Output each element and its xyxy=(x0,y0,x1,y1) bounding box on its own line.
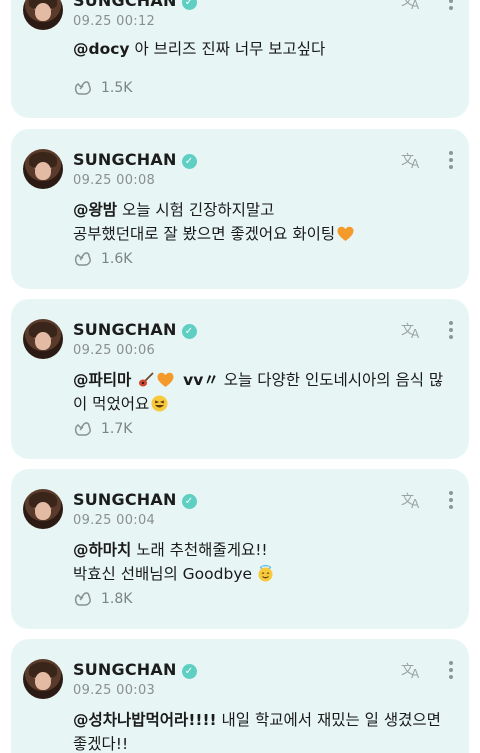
avatar[interactable] xyxy=(23,659,63,699)
mention[interactable]: @성차나밥먹어라!!!! xyxy=(73,711,217,729)
orange-heart-icon xyxy=(337,226,354,241)
message-text: @하마치 노래 추천해줄게요!! 박효신 선배님의 Goodbye xyxy=(73,538,451,586)
message-text: @성차나밥먹어라!!!! 내일 학교에서 재밌는 일 생겼으면 좋겠다!! xyxy=(73,711,441,753)
verified-badge-icon: ✓ xyxy=(181,0,197,10)
translate-icon[interactable]: 文A xyxy=(401,320,423,341)
heart-hands-icon xyxy=(74,592,91,606)
message-card[interactable]: SUNGCHAN ✓ 09.25 00:03 文A @성차나밥먹어라!!!! 내일… xyxy=(11,639,469,753)
message-card[interactable]: SUNGCHAN ✓ 09.25 00:08 文A @왕밤 오늘 시험 긴장하지말… xyxy=(11,129,469,289)
orange-heart-icon xyxy=(157,372,174,387)
translate-icon[interactable]: 文A xyxy=(401,660,423,681)
more-vertical-icon[interactable] xyxy=(447,0,455,10)
message-text: @docy 아 브리즈 진짜 너무 보고싶다 xyxy=(73,40,326,58)
more-vertical-icon[interactable] xyxy=(447,661,455,679)
heart-hands-icon xyxy=(74,252,91,266)
more-vertical-icon[interactable] xyxy=(447,151,455,169)
verified-badge-icon: ✓ xyxy=(181,664,197,679)
like-count: 1.8K xyxy=(101,591,133,607)
like-count: 1.7K xyxy=(101,421,133,437)
verified-badge-icon: ✓ xyxy=(181,494,197,509)
timestamp: 09.25 00:08 xyxy=(73,173,156,188)
heart-hands-icon xyxy=(74,81,91,95)
timestamp: 09.25 00:04 xyxy=(73,513,156,528)
svg-text:A: A xyxy=(411,0,420,11)
message-card[interactable]: SUNGCHAN ✓ 09.25 00:12 文A @docy 아 브리즈 진짜 … xyxy=(11,0,469,118)
avatar[interactable] xyxy=(23,489,63,529)
message-text: @파티마 vv〃 오늘 다양한 인도네시아의 음식 많 이 먹었어요 xyxy=(73,371,444,413)
svg-text:A: A xyxy=(411,667,420,680)
like-count: 1.5K xyxy=(101,80,133,96)
heart-hands-icon xyxy=(74,422,91,436)
mention[interactable]: @하마치 xyxy=(73,541,131,559)
like-button[interactable]: 1.8K xyxy=(73,588,132,610)
author-name: SUNGCHAN ✓ xyxy=(73,0,197,10)
mention-suffix: vv〃 xyxy=(183,371,219,389)
timestamp: 09.25 00:03 xyxy=(73,683,156,698)
message-card[interactable]: SUNGCHAN ✓ 09.25 00:04 文A @하마치 노래 추천해줄게요!… xyxy=(11,469,469,629)
verified-badge-icon: ✓ xyxy=(181,154,197,169)
avatar[interactable] xyxy=(23,319,63,359)
message-text: @왕밤 오늘 시험 긴장하지말고 공부했던대로 잘 봤으면 좋겠어요 화이팅 xyxy=(73,198,451,246)
author-name: SUNGCHAN ✓ xyxy=(73,660,197,679)
svg-text:A: A xyxy=(411,497,420,510)
message-feed: SUNGCHAN ✓ 09.25 00:12 文A @docy 아 브리즈 진짜 … xyxy=(0,0,480,753)
translate-icon[interactable]: 文A xyxy=(401,490,423,511)
avatar[interactable] xyxy=(23,149,63,189)
message-card[interactable]: SUNGCHAN ✓ 09.25 00:06 文A @파티마 vv〃 오늘 다양한… xyxy=(11,299,469,459)
mention[interactable]: @docy xyxy=(73,40,130,58)
mention[interactable]: @파티마 xyxy=(73,371,131,389)
more-vertical-icon[interactable] xyxy=(447,491,455,509)
author-name: SUNGCHAN ✓ xyxy=(73,490,197,509)
more-vertical-icon[interactable] xyxy=(447,321,455,339)
avatar[interactable] xyxy=(23,0,63,30)
grinning-squint-icon xyxy=(151,395,168,412)
like-count: 1.6K xyxy=(101,251,133,267)
mention[interactable]: @왕밤 xyxy=(73,201,117,219)
translate-icon[interactable]: 文A xyxy=(401,0,423,12)
verified-badge-icon: ✓ xyxy=(181,324,197,339)
timestamp: 09.25 00:12 xyxy=(73,14,156,29)
author-name: SUNGCHAN ✓ xyxy=(73,320,197,339)
like-button[interactable]: 1.7K xyxy=(73,418,132,440)
smiling-halo-icon xyxy=(258,565,273,582)
timestamp: 09.25 00:06 xyxy=(73,343,156,358)
guitar-icon xyxy=(139,372,154,387)
like-button[interactable]: 1.6K xyxy=(73,248,132,270)
translate-icon[interactable]: 文A xyxy=(401,150,423,171)
svg-text:A: A xyxy=(411,327,420,340)
svg-text:A: A xyxy=(411,157,420,170)
author-name: SUNGCHAN ✓ xyxy=(73,150,197,169)
like-button[interactable]: 1.5K xyxy=(73,77,132,99)
